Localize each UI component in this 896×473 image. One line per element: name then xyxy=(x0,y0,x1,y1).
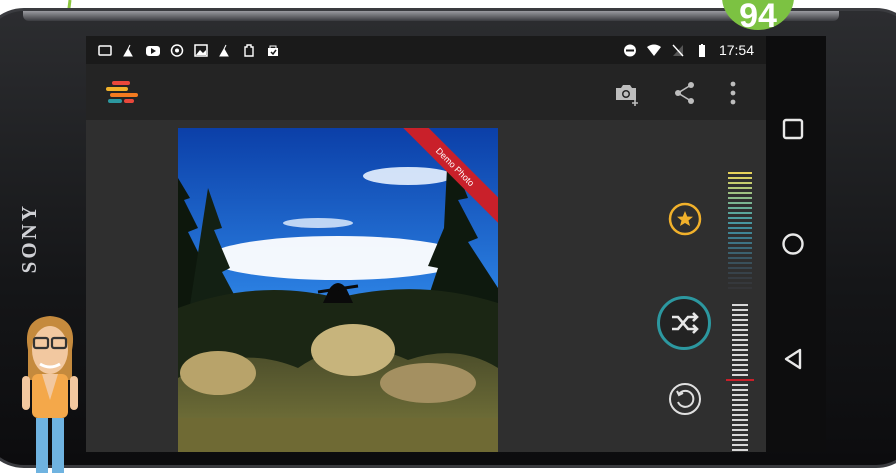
app-logo-stripes-icon[interactable] xyxy=(104,80,140,106)
mascot-illustration xyxy=(22,316,78,473)
status-bar: 17:54 xyxy=(86,36,766,64)
phone-top-rim xyxy=(23,11,839,21)
battery-icon xyxy=(698,43,705,57)
notification-icons xyxy=(98,43,280,57)
vpn-icon xyxy=(170,43,184,57)
back-triangle-icon[interactable] xyxy=(780,346,806,372)
intensity-slider[interactable] xyxy=(726,172,756,452)
cleaner-icon xyxy=(123,44,133,56)
demo-photo[interactable]: Demo Photo xyxy=(178,128,498,452)
system-icons: 17:54 xyxy=(623,42,754,58)
action-bar xyxy=(86,64,766,120)
shopping-bag-icon xyxy=(268,45,278,56)
undo-icon[interactable] xyxy=(668,382,702,416)
android-nav-bar xyxy=(766,36,826,452)
cleaner-icon-2 xyxy=(219,44,229,56)
slider-position-marker xyxy=(726,379,754,381)
gallery-icon xyxy=(194,43,208,57)
app-screen: 17:54 Demo Photo xyxy=(86,36,766,452)
slider-white-ticks xyxy=(726,304,754,451)
wifi-icon xyxy=(646,44,661,56)
no-sim-icon xyxy=(672,44,684,56)
do-not-disturb-icon xyxy=(623,44,636,56)
landscape-photo-image xyxy=(178,128,498,452)
slider-gradient-ticks xyxy=(728,172,752,289)
overflow-menu-icon[interactable] xyxy=(720,80,746,106)
phone-storage-icon xyxy=(98,44,112,56)
phone-brand-label: SONY xyxy=(17,203,41,274)
battery-saver-icon xyxy=(244,43,254,57)
shuffle-icon xyxy=(672,312,699,334)
youtube-icon xyxy=(146,45,160,56)
camera-add-icon[interactable] xyxy=(614,80,640,106)
home-circle-icon[interactable] xyxy=(780,231,806,257)
editor-content: Demo Photo xyxy=(86,120,766,452)
status-clock: 17:54 xyxy=(718,42,754,58)
share-icon[interactable] xyxy=(672,80,698,106)
recents-square-icon[interactable] xyxy=(780,116,806,142)
shuffle-button[interactable] xyxy=(657,296,711,350)
star-icon[interactable] xyxy=(668,202,702,236)
